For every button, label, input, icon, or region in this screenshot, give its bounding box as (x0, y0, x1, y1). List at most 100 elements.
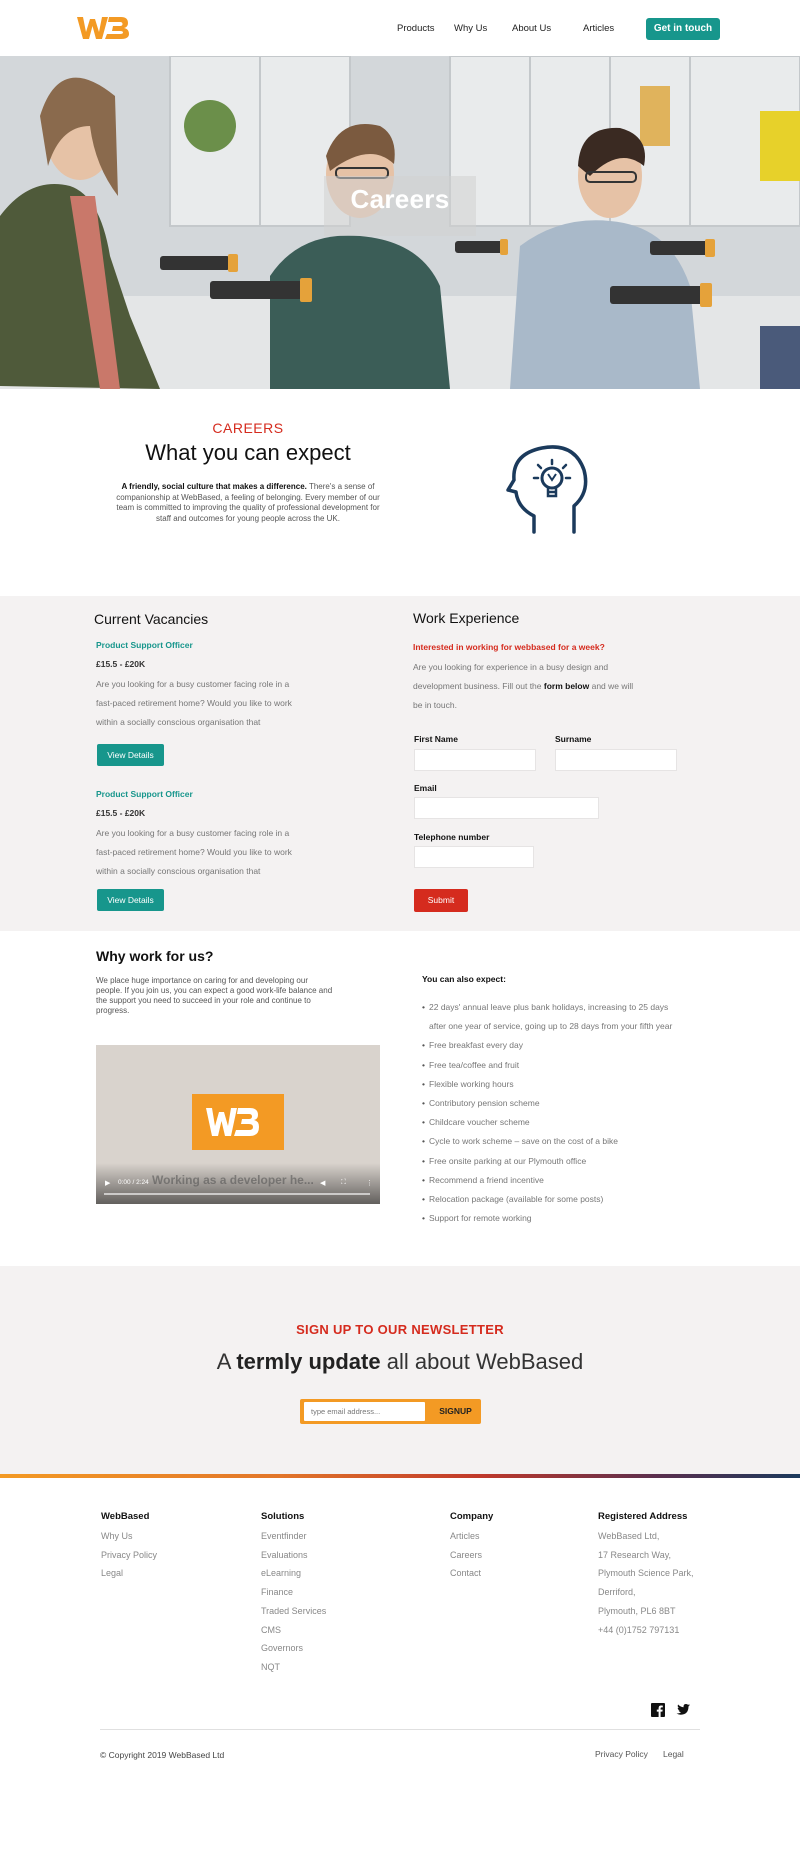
address-line: 17 Research Way, (598, 1549, 672, 1560)
more-options-icon[interactable]: ⋮ (366, 1179, 373, 1187)
footer-col-address: WebBased Ltd, 17 Research Way, Plymouth … (598, 1527, 694, 1639)
surname-label: Surname (555, 734, 592, 744)
newsletter-heading: A termly update all about WebBased (0, 1349, 800, 1375)
work-experience-heading: Work Experience (413, 610, 520, 626)
footer-col-webbased: Why Us Privacy Policy Legal (101, 1527, 157, 1583)
we-body-bold: form below (543, 681, 590, 691)
work-experience-body: Are you looking for experience in a busy… (413, 658, 643, 715)
footer-link[interactable]: Eventfinder (261, 1527, 326, 1546)
expect-body: A friendly, social culture that makes a … (116, 482, 380, 524)
footer-rule (100, 1729, 700, 1730)
telephone-label: Telephone number (414, 832, 490, 842)
nav-products[interactable]: Products (397, 23, 435, 34)
newsletter-email-input[interactable]: type email address... (304, 1402, 425, 1421)
surname-input[interactable] (555, 749, 677, 771)
nav-why-us[interactable]: Why Us (454, 23, 487, 34)
footer-link[interactable]: Privacy Policy (101, 1546, 157, 1565)
hero-title: Careers (350, 184, 450, 214)
fullscreen-icon[interactable]: ⛶ (341, 1179, 346, 1187)
page: Products Why Us About Us Articles Get in… (0, 0, 800, 1867)
first-name-label: First Name (414, 734, 458, 744)
newsletter-heading-1: A (216, 1349, 237, 1374)
benefit-item: Free tea/coffee and fruit (422, 1056, 674, 1075)
vacancies-heading: Current Vacancies (94, 611, 209, 627)
footer-link[interactable]: eLearning (261, 1564, 326, 1583)
video-player[interactable]: Working as a developer he... ▶ 0:00 / 2:… (96, 1045, 380, 1204)
submit-button[interactable]: Submit (414, 889, 468, 912)
job-title-1[interactable]: Product Support Officer (96, 640, 193, 650)
play-icon[interactable]: ▶ (105, 1179, 110, 1187)
benefit-item: Support for remote working (422, 1209, 674, 1228)
nav-about-us[interactable]: About Us (512, 23, 551, 34)
address-line: Plymouth, PL6 8BT (598, 1605, 676, 1616)
footer-link[interactable]: Why Us (101, 1527, 157, 1546)
hero-image: Careers (0, 56, 800, 389)
benefit-item: Childcare voucher scheme (422, 1113, 674, 1132)
address-line: Derriford, (598, 1587, 636, 1598)
copyright: © Copyright 2019 WebBased Ltd (100, 1750, 225, 1760)
telephone-input[interactable] (414, 846, 534, 868)
benefit-item: 22 days' annual leave plus bank holidays… (422, 998, 674, 1036)
benefit-item: Recommend a friend incentive (422, 1171, 674, 1190)
benefit-item: Flexible working hours (422, 1075, 674, 1094)
footer-heading-address: Registered Address (598, 1511, 688, 1522)
email-input[interactable] (414, 797, 599, 819)
benefits-list: 22 days' annual leave plus bank holidays… (422, 998, 674, 1229)
also-expect-heading: You can also expect: (422, 974, 506, 984)
job-title-2[interactable]: Product Support Officer (96, 789, 193, 799)
footer-link[interactable]: Legal (101, 1564, 157, 1583)
newsletter-heading-bold: termly update (236, 1349, 381, 1374)
address-line: WebBased Ltd, (598, 1531, 660, 1541)
footer-link[interactable]: Careers (450, 1546, 482, 1565)
footer-legal-link[interactable]: Legal (663, 1749, 684, 1759)
get-in-touch-button[interactable]: Get in touch (646, 18, 720, 40)
footer-col-solutions: Eventfinder Evaluations eLearning Financ… (261, 1527, 326, 1677)
first-name-input[interactable] (414, 749, 536, 771)
video-logo (192, 1094, 284, 1150)
view-details-button-1[interactable]: View Details (97, 744, 164, 766)
head-lightbulb-icon (504, 440, 596, 536)
footer-divider (0, 1474, 800, 1478)
footer-link[interactable]: Articles (450, 1527, 482, 1546)
phone-number[interactable]: +44 (0)1752 797131 (598, 1621, 694, 1640)
footer-link[interactable]: Traded Services (261, 1602, 326, 1621)
twitter-icon[interactable] (675, 1703, 690, 1717)
benefit-item: Relocation package (available for some p… (422, 1190, 674, 1209)
view-details-button-2[interactable]: View Details (97, 889, 164, 911)
job-salary-2: £15.5 - £20K (96, 808, 146, 818)
work-experience-lead: Interested in working for webbased for a… (413, 642, 605, 652)
footer-link[interactable]: Contact (450, 1564, 482, 1583)
footer-heading-webbased: WebBased (101, 1511, 150, 1522)
facebook-icon[interactable] (651, 1703, 665, 1717)
footer-heading-solutions: Solutions (261, 1511, 305, 1522)
webbased-logo[interactable] (76, 14, 130, 42)
newsletter-kicker: SIGN UP TO OUR NEWSLETTER (296, 1322, 504, 1337)
benefit-item: Free breakfast every day (422, 1036, 674, 1055)
signup-button[interactable]: SIGNUP (430, 1399, 481, 1424)
expect-body-bold: A friendly, social culture that makes a … (121, 482, 307, 491)
benefit-item: Contributory pension scheme (422, 1094, 674, 1113)
nav-articles[interactable]: Articles (583, 23, 614, 34)
site-header: Products Why Us About Us Articles Get in… (0, 0, 800, 56)
why-heading: Why work for us? (96, 948, 214, 964)
volume-icon[interactable]: ◀ (320, 1179, 325, 1187)
footer-privacy-policy-link[interactable]: Privacy Policy (595, 1749, 648, 1759)
newsletter-heading-2: all about WebBased (380, 1349, 584, 1374)
address-line: Plymouth Science Park, (598, 1568, 694, 1579)
footer-heading-company: Company (450, 1511, 494, 1522)
video-progress[interactable] (104, 1193, 370, 1195)
footer-link[interactable]: Governors (261, 1639, 326, 1658)
benefit-item: Free onsite parking at our Plymouth offi… (422, 1152, 674, 1171)
job-desc-1: Are you looking for a busy customer faci… (96, 679, 292, 727)
footer-link[interactable]: Finance (261, 1583, 326, 1602)
video-time: 0:00 / 2:24 (118, 1179, 149, 1186)
careers-kicker: CAREERS (212, 420, 284, 436)
job-salary-1: £15.5 - £20K (96, 659, 146, 669)
newsletter-form: type email address... SIGNUP (300, 1399, 481, 1424)
job-desc-2: Are you looking for a busy customer faci… (96, 828, 292, 876)
footer-link[interactable]: NQT (261, 1658, 326, 1677)
why-body: We place huge importance on caring for a… (96, 976, 333, 1015)
footer-link[interactable]: Evaluations (261, 1546, 326, 1565)
footer-link[interactable]: CMS (261, 1621, 326, 1640)
expect-heading: What you can expect (145, 440, 351, 465)
